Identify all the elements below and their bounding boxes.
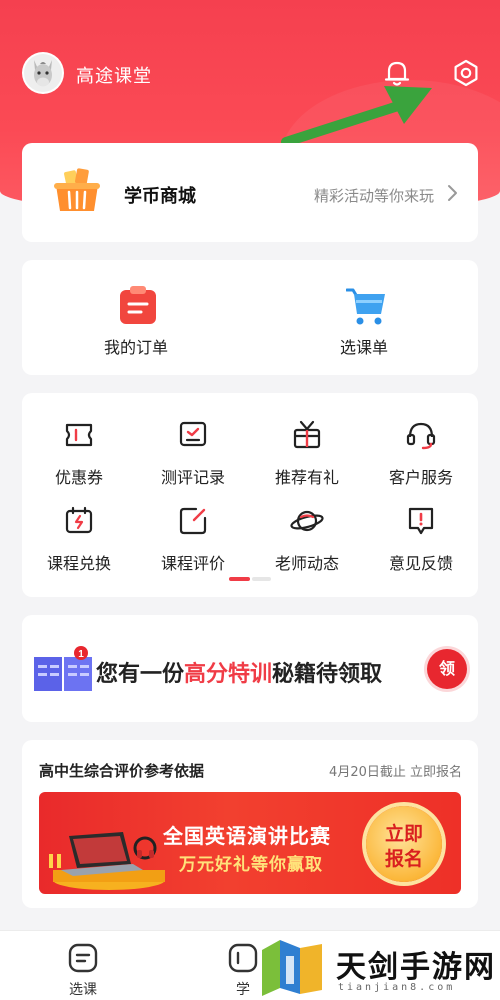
green-arrow-annotation <box>281 86 432 147</box>
settings-button[interactable] <box>449 56 483 90</box>
username[interactable]: 高途课堂 <box>76 62 152 88</box>
page-indicator <box>229 577 271 581</box>
grid-item-label: 测评记录 <box>160 468 225 487</box>
grid-item-label: 优惠券 <box>54 468 103 487</box>
services-grid-card: 优惠券 测评记录 推荐有礼 客户服务 课程兑换 课程评价 老师动态 意见反馈 <box>22 393 478 597</box>
evaluation-ad-card: 高中生综合评价参考依据 4月20日截止 立即报名 全国英语演讲比赛 万元好礼等你… <box>22 740 478 908</box>
ad-title: 高中生综合评价参考依据 <box>39 762 205 780</box>
prize-laptop-illustration <box>49 832 165 890</box>
register-button-line1: 立即 <box>384 823 423 845</box>
coin-mall-subtitle: 精彩活动等你来玩 <box>313 187 434 205</box>
tab-course-selection[interactable]: 选课 <box>28 931 138 1000</box>
course-cart-button[interactable]: 选课单 <box>250 260 478 375</box>
grid-item-coupon[interactable]: 优惠券 <box>22 418 136 498</box>
course-cart-label: 选课单 <box>339 338 388 357</box>
tab-label: 选课 <box>69 982 97 998</box>
promo-badge: 1 <box>78 649 84 660</box>
my-orders-button[interactable]: 我的订单 <box>22 260 250 375</box>
basket-icon <box>54 168 100 211</box>
promo-banner[interactable]: 1 您有一份高分特训秘籍待领取 领 <box>22 615 478 722</box>
grid-item-label: 客户服务 <box>388 468 453 487</box>
grid-item-assessment[interactable]: 测评记录 <box>136 418 250 498</box>
feedback-icon <box>408 507 434 535</box>
headset-icon <box>406 422 436 450</box>
page-dot-active <box>229 577 250 581</box>
claim-button[interactable]: 领 <box>427 649 467 689</box>
donkey-avatar-icon <box>24 54 62 92</box>
promo-text: 您有一份高分特训秘籍待领取 <box>96 656 382 688</box>
watermark-url: tianjian8.com <box>338 982 456 993</box>
order-clipboard-icon <box>120 286 156 324</box>
site-watermark: 天剑手游网 tianjian8.com <box>256 936 496 1000</box>
calendar-exchange-icon <box>65 506 93 534</box>
book-icon: 1 <box>34 646 92 691</box>
banner-main-text: 全国英语演讲比赛 <box>163 824 331 848</box>
my-orders-label: 我的订单 <box>103 338 168 357</box>
coin-mall-title: 学币商城 <box>124 186 196 207</box>
grid-item-course-review[interactable]: 课程评价 <box>136 504 250 584</box>
assessment-record-icon <box>179 421 207 447</box>
grid-item-teacher-news[interactable]: 老师动态 <box>250 504 364 584</box>
course-list-icon <box>68 943 98 973</box>
edit-review-icon <box>179 507 207 535</box>
chevron-right-icon <box>448 185 457 201</box>
grid-item-label: 推荐有礼 <box>274 468 339 487</box>
ad-deadline-link[interactable]: 4月20日截止 立即报名 <box>329 761 462 780</box>
grid-item-customer-service[interactable]: 客户服务 <box>364 418 478 498</box>
register-button-line2: 报名 <box>384 848 423 870</box>
study-icon <box>228 943 258 973</box>
gear-icon <box>454 59 478 87</box>
banner-sub-text: 万元好礼等你赢取 <box>179 855 323 875</box>
user-avatar[interactable] <box>22 52 64 94</box>
grid-item-label: 课程评价 <box>160 554 225 573</box>
watermark-text: 天剑手游网 <box>336 950 496 985</box>
orders-card: 我的订单 选课单 <box>22 260 478 375</box>
speech-contest-banner[interactable]: 全国英语演讲比赛 万元好礼等你赢取 立即 报名 <box>39 792 461 894</box>
promo-text-highlight: 高分特训 <box>184 662 273 687</box>
grid-item-course-exchange[interactable]: 课程兑换 <box>22 504 136 584</box>
register-now-button[interactable]: 立即 报名 <box>366 806 442 882</box>
promo-text-before: 您有一份 <box>96 662 185 687</box>
grid-item-label: 课程兑换 <box>46 554 111 573</box>
gift-icon <box>293 420 321 449</box>
watermark-logo-icon <box>262 940 322 996</box>
grid-item-feedback[interactable]: 意见反馈 <box>364 504 478 584</box>
coupon-icon <box>65 423 93 447</box>
promo-text-after: 秘籍待领取 <box>272 662 383 687</box>
grid-item-referral[interactable]: 推荐有礼 <box>250 418 364 498</box>
page-dot <box>252 577 271 581</box>
coin-mall-card[interactable]: 学币商城 精彩活动等你来玩 <box>22 143 478 242</box>
grid-item-label: 老师动态 <box>274 554 339 573</box>
planet-icon <box>290 510 324 532</box>
shopping-cart-icon <box>346 288 385 325</box>
grid-item-label: 意见反馈 <box>388 554 453 573</box>
